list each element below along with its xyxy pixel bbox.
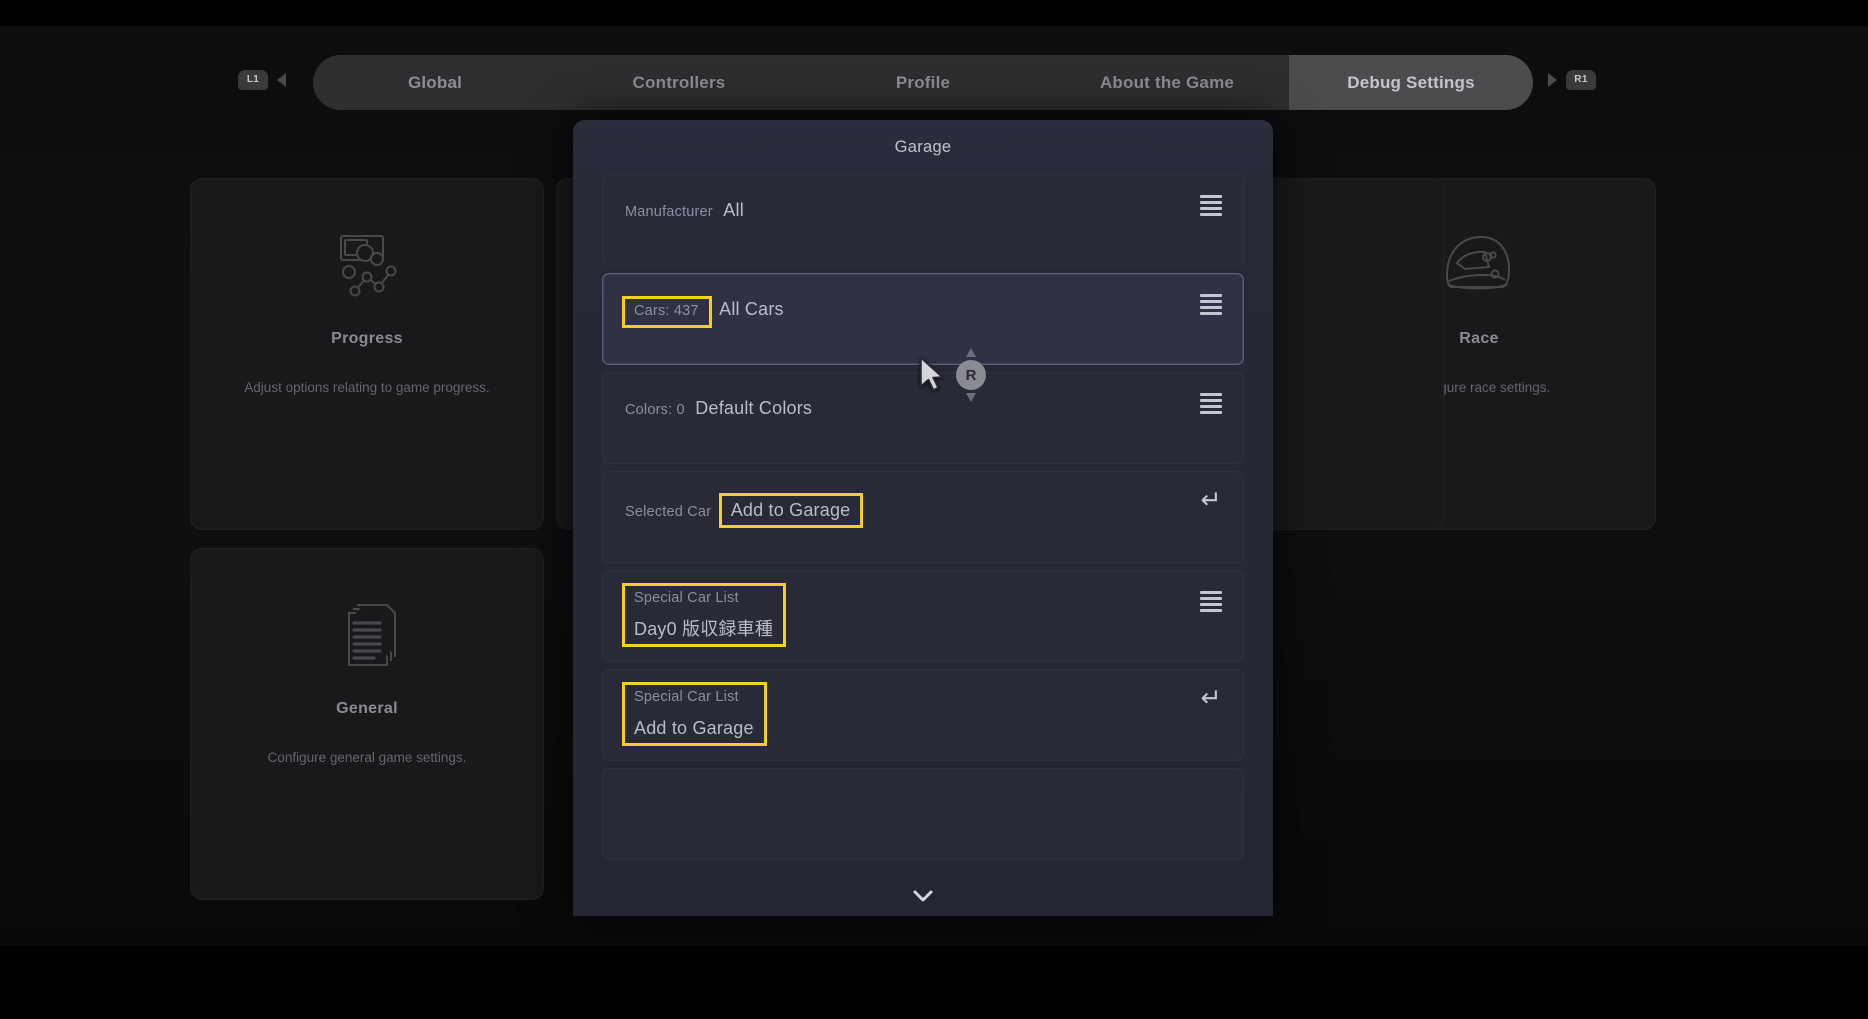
l1-button-icon: L1 bbox=[238, 70, 268, 90]
racing-helmet-icon bbox=[1437, 227, 1521, 308]
row-special-car-list-select-label: Special Car List bbox=[634, 590, 739, 606]
row-manufacturer-value: All bbox=[723, 200, 744, 220]
row-selected-car-label: Selected Car bbox=[625, 504, 712, 520]
row-cars-label: Cars: 437 bbox=[634, 303, 699, 319]
row-selected-car[interactable]: Selected Car Add to Garage ↵ bbox=[602, 471, 1244, 563]
card-general[interactable]: General Configure general game settings. bbox=[190, 548, 544, 900]
list-menu-icon[interactable] bbox=[1197, 191, 1225, 219]
tab-about-the-game[interactable]: About the Game bbox=[1045, 55, 1289, 110]
row-cars-value: All Cars bbox=[719, 299, 784, 319]
tab-controllers-label: Controllers bbox=[632, 72, 726, 92]
row-colors-value: Default Colors bbox=[695, 398, 813, 418]
row-special-car-list-select-highlight: Special Car List Day0 版収録車種 bbox=[622, 583, 787, 647]
row-special-car-list-add-highlight: Special Car List Add to Garage bbox=[622, 682, 767, 746]
row-special-car-list-select[interactable]: Special Car List Day0 版収録車種 bbox=[602, 570, 1244, 662]
scroll-down-chevron-icon[interactable] bbox=[573, 876, 1273, 916]
row-cars-label-highlight: Cars: 437 bbox=[622, 296, 712, 328]
tab-about-the-game-label: About the Game bbox=[1099, 72, 1235, 92]
return-arrow-icon[interactable]: ↵ bbox=[1197, 487, 1225, 516]
letterbox-top bbox=[0, 0, 1868, 26]
prev-page-control[interactable]: L1 bbox=[238, 70, 286, 90]
right-button-label: R bbox=[956, 360, 986, 390]
row-selected-car-value-highlight: Add to Garage bbox=[718, 493, 864, 528]
list-menu-icon[interactable] bbox=[1197, 389, 1225, 417]
list-menu-icon[interactable] bbox=[1197, 290, 1225, 318]
chevron-left-icon bbox=[277, 73, 286, 87]
row-colors-label: Colors: 0 bbox=[625, 402, 685, 418]
row-manufacturer[interactable]: Manufacturer All bbox=[602, 174, 1244, 266]
row-special-car-list-add-label: Special Car List bbox=[634, 689, 739, 705]
scroll-up-arrow-icon bbox=[966, 348, 976, 357]
row-special-car-list-select-value: Day0 版収録車種 bbox=[634, 618, 774, 639]
letterbox-bottom bbox=[0, 946, 1868, 1019]
scroll-down-arrow-icon bbox=[966, 393, 976, 402]
garage-row-list: Manufacturer All Cars: 437 All Cars Colo… bbox=[573, 174, 1273, 860]
card-progress-title: Progress bbox=[331, 330, 403, 347]
list-menu-icon[interactable] bbox=[1197, 587, 1225, 615]
row-special-car-list-add[interactable]: Special Car List Add to Garage ↵ bbox=[602, 669, 1244, 761]
row-manufacturer-label: Manufacturer bbox=[625, 204, 713, 220]
progress-graph-icon bbox=[329, 227, 405, 308]
card-race-title: Race bbox=[1459, 330, 1499, 347]
tab-profile[interactable]: Profile bbox=[801, 55, 1045, 110]
card-progress[interactable]: Progress Adjust options relating to game… bbox=[190, 178, 544, 530]
tab-controllers[interactable]: Controllers bbox=[557, 55, 801, 110]
r1-button-icon: R1 bbox=[1566, 70, 1596, 90]
mouse-pointer-icon bbox=[920, 357, 943, 391]
row-partial-next[interactable] bbox=[602, 768, 1244, 860]
tab-global[interactable]: Global bbox=[313, 55, 557, 110]
chevron-right-icon bbox=[1548, 73, 1557, 87]
next-page-control[interactable]: R1 bbox=[1548, 70, 1596, 90]
garage-dialog: Garage Manufacturer All Cars: 437 All Ca… bbox=[573, 120, 1273, 916]
row-selected-car-value: Add to Garage bbox=[730, 500, 851, 520]
row-cars[interactable]: Cars: 437 All Cars bbox=[602, 273, 1244, 365]
mouse-cursor-group: R bbox=[918, 348, 986, 402]
tab-global-label: Global bbox=[407, 72, 463, 92]
return-arrow-icon[interactable]: ↵ bbox=[1197, 685, 1225, 714]
tab-debug-settings[interactable]: Debug Settings bbox=[1289, 55, 1533, 110]
card-general-desc: Configure general game settings. bbox=[267, 750, 467, 765]
settings-tabbar[interactable]: Global Controllers Profile About the Gam… bbox=[313, 55, 1533, 110]
garage-dialog-title: Garage bbox=[894, 137, 952, 156]
card-progress-desc: Adjust options relating to game progress… bbox=[244, 380, 490, 395]
tab-profile-label: Profile bbox=[895, 72, 951, 92]
scroll-wheel-badge[interactable]: R bbox=[956, 348, 986, 402]
card-general-title: General bbox=[336, 700, 398, 717]
row-special-car-list-add-value: Add to Garage bbox=[634, 717, 754, 738]
documents-stack-icon bbox=[329, 597, 405, 678]
tab-debug-settings-label: Debug Settings bbox=[1347, 72, 1475, 92]
game-screen: L1 Global Controllers Profile About the … bbox=[0, 0, 1868, 1019]
